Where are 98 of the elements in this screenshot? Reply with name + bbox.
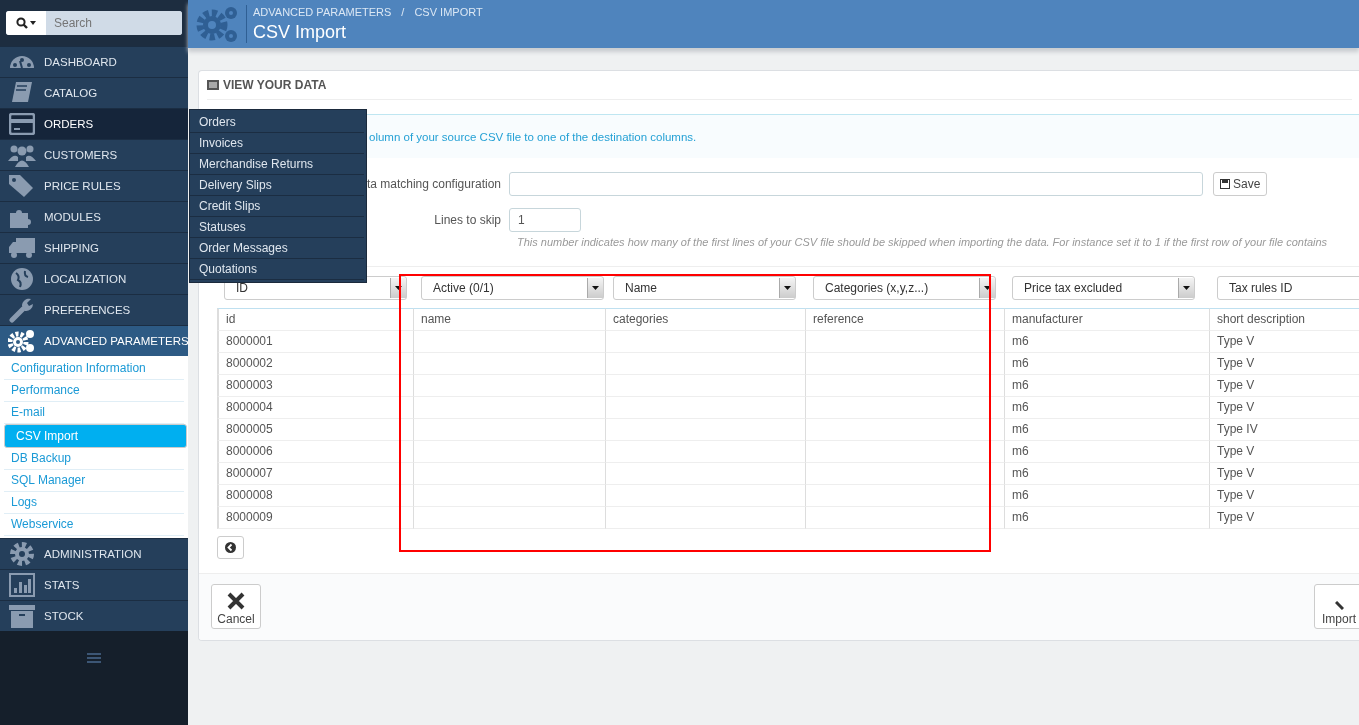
sidebar-item[interactable]: PREFERENCES [0, 294, 188, 325]
column-header: reference [806, 308, 1005, 331]
table-cell: m6 [1005, 485, 1210, 507]
table-cell: m6 [1005, 441, 1210, 463]
table-cell: Type V [1210, 353, 1359, 375]
table-cell: 8000003 [217, 375, 414, 397]
table-cell: Type IV [1210, 419, 1359, 441]
sidebar-item[interactable]: CUSTOMERS [0, 139, 188, 170]
pencil-icon [1334, 601, 1344, 610]
table-cell: 8000008 [217, 485, 414, 507]
table-cell: Type V [1210, 507, 1359, 529]
menu-item[interactable]: Credit Slips [190, 196, 364, 217]
gears-icon [8, 328, 36, 354]
table-cell: 8000001 [217, 331, 414, 353]
menu-item[interactable]: Delivery Slips [190, 175, 364, 196]
sidebar-item[interactable]: PRICE RULES [0, 170, 188, 201]
people-icon [8, 143, 36, 167]
help-text: This number indicates how many of the first lines of your CSV file should be skipped when importing the data. For instance set it to 1 if the first row of your file contains [517, 236, 1329, 248]
table-cell: m6 [1005, 463, 1210, 485]
search-icon [16, 17, 36, 29]
table-cell: 8000006 [217, 441, 414, 463]
table-cell: m6 [1005, 331, 1210, 353]
table-cell: Type V [1210, 397, 1359, 419]
sidebar-item[interactable]: SHIPPING [0, 232, 188, 263]
table-cell: m6 [1005, 419, 1210, 441]
caret-icon [1183, 286, 1190, 290]
search-button[interactable] [6, 11, 46, 35]
cancel-button[interactable]: Cancel [211, 584, 261, 629]
field-label: ta matching configuration [366, 177, 502, 191]
column-header: categories [606, 308, 806, 331]
column-select[interactable]: Tax rules ID [1217, 276, 1359, 300]
gears-icon [196, 4, 240, 44]
caret-icon [984, 286, 991, 290]
table-cell: Type V [1210, 485, 1359, 507]
sidebar-item[interactable]: CATALOG [0, 77, 188, 108]
table-cell: m6 [1005, 507, 1210, 529]
menu-item[interactable]: Invoices [190, 133, 364, 154]
table-cell: m6 [1005, 353, 1210, 375]
bar-chart-icon [9, 573, 35, 597]
list-icon [207, 80, 219, 90]
column-select[interactable]: Active (0/1) [421, 276, 604, 300]
truck-icon [8, 237, 36, 259]
sidebar-item[interactable]: DASHBOARD [0, 46, 188, 77]
card-icon [9, 113, 35, 135]
table-cell: 8000009 [217, 507, 414, 529]
column-select[interactable]: Categories (x,y,z...) [813, 276, 996, 300]
table-cell: 8000002 [217, 353, 414, 375]
breadcrumb-separator: / [401, 5, 405, 18]
box-icon [9, 604, 35, 628]
sidebar-item[interactable]: LOCALIZATION [0, 263, 188, 294]
text-field[interactable]: 1 [509, 208, 581, 232]
column-header: manufacturer [1005, 308, 1210, 331]
table-cell: 8000004 [217, 397, 414, 419]
menu-item[interactable]: Merchandise Returns [190, 154, 364, 175]
caret-icon [592, 286, 599, 290]
column-header: short description [1210, 308, 1359, 331]
menu-item[interactable]: Orders [190, 112, 364, 133]
table-cell: 8000005 [217, 419, 414, 441]
table-cell: Type V [1210, 375, 1359, 397]
menu-item[interactable]: Statuses [190, 217, 364, 238]
sidebar-item[interactable]: STOCK [0, 600, 188, 631]
table-cell: Type V [1210, 463, 1359, 485]
sidebar-item[interactable]: ADMINISTRATION [0, 538, 188, 569]
caret-icon [784, 286, 791, 290]
floppy-icon [1220, 179, 1230, 189]
left-arrow-icon [225, 542, 236, 553]
text-field[interactable] [509, 172, 1203, 196]
sidebar-item[interactable]: ADVANCED PARAMETERS [0, 325, 188, 356]
book-icon [10, 81, 34, 105]
save-button[interactable]: Save [1213, 172, 1268, 196]
panel-heading: VIEW YOUR DATA [223, 78, 327, 92]
info-text: olumn of your source CSV file to one of the destination columns. [369, 130, 697, 143]
search-field[interactable]: Search [6, 11, 182, 35]
menu-item[interactable]: Order Messages [190, 238, 364, 259]
sidebar-item[interactable]: MODULES [0, 201, 188, 232]
caret-icon [395, 286, 402, 290]
menu-item[interactable]: Quotations [190, 259, 364, 280]
import-button[interactable]: Import [1314, 584, 1359, 629]
tag-icon [8, 174, 36, 198]
back-button[interactable] [217, 536, 244, 559]
wrench-icon [9, 297, 35, 323]
column-header: id [217, 308, 414, 331]
close-icon [227, 592, 245, 610]
column-header: name [414, 308, 606, 331]
column-select[interactable]: Name [613, 276, 796, 300]
sidebar-item[interactable]: STATS [0, 569, 188, 600]
table-cell: m6 [1005, 375, 1210, 397]
table-cell: Type V [1210, 441, 1359, 463]
table-cell: 8000007 [217, 463, 414, 485]
globe-icon [10, 267, 34, 291]
sidebar-item[interactable]: ORDERS [0, 108, 188, 139]
table-cell: Type V [1210, 331, 1359, 353]
page-title: CSV Import [253, 21, 348, 43]
gear-icon [9, 541, 35, 567]
gauge-icon [9, 55, 35, 69]
field-label: Lines to skip [434, 213, 502, 227]
table-cell: m6 [1005, 397, 1210, 419]
column-select[interactable]: Price tax excluded [1012, 276, 1195, 300]
